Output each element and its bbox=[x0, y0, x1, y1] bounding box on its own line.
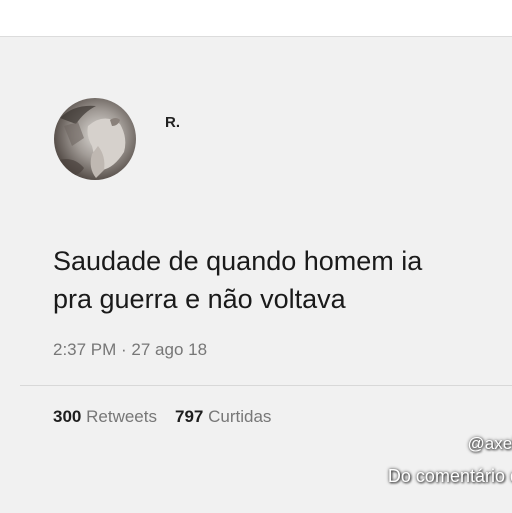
display-name[interactable]: R. bbox=[165, 114, 180, 131]
avatar-image-icon bbox=[58, 105, 126, 178]
likes-stat[interactable]: 797 Curtidas bbox=[175, 407, 271, 426]
video-watermark: @axel Do comentário do bbox=[312, 434, 512, 500]
tweet-text: Saudade de quando homem ia pra guerra e … bbox=[53, 242, 512, 318]
timestamp[interactable]: 2:37 PM · 27 ago 18 bbox=[53, 340, 207, 360]
divider bbox=[20, 385, 512, 386]
tweet-text-line-1: Saudade de quando homem ia bbox=[53, 246, 423, 276]
retweets-label: Retweets bbox=[86, 407, 157, 426]
engagement-stats: 300 Retweets 797 Curtidas bbox=[53, 407, 271, 427]
retweets-count: 300 bbox=[53, 407, 82, 426]
likes-count: 797 bbox=[174, 407, 204, 426]
watermark-handle: @axel bbox=[467, 434, 512, 453]
watermark-caption: Do comentário do bbox=[387, 466, 512, 486]
top-strip bbox=[0, 0, 512, 36]
tweet-text-line-2: pra guerra e não voltava bbox=[53, 284, 346, 314]
avatar[interactable] bbox=[54, 98, 136, 180]
likes-label: Curtidas bbox=[208, 407, 272, 426]
retweets-stat[interactable]: 300 Retweets bbox=[53, 407, 157, 426]
